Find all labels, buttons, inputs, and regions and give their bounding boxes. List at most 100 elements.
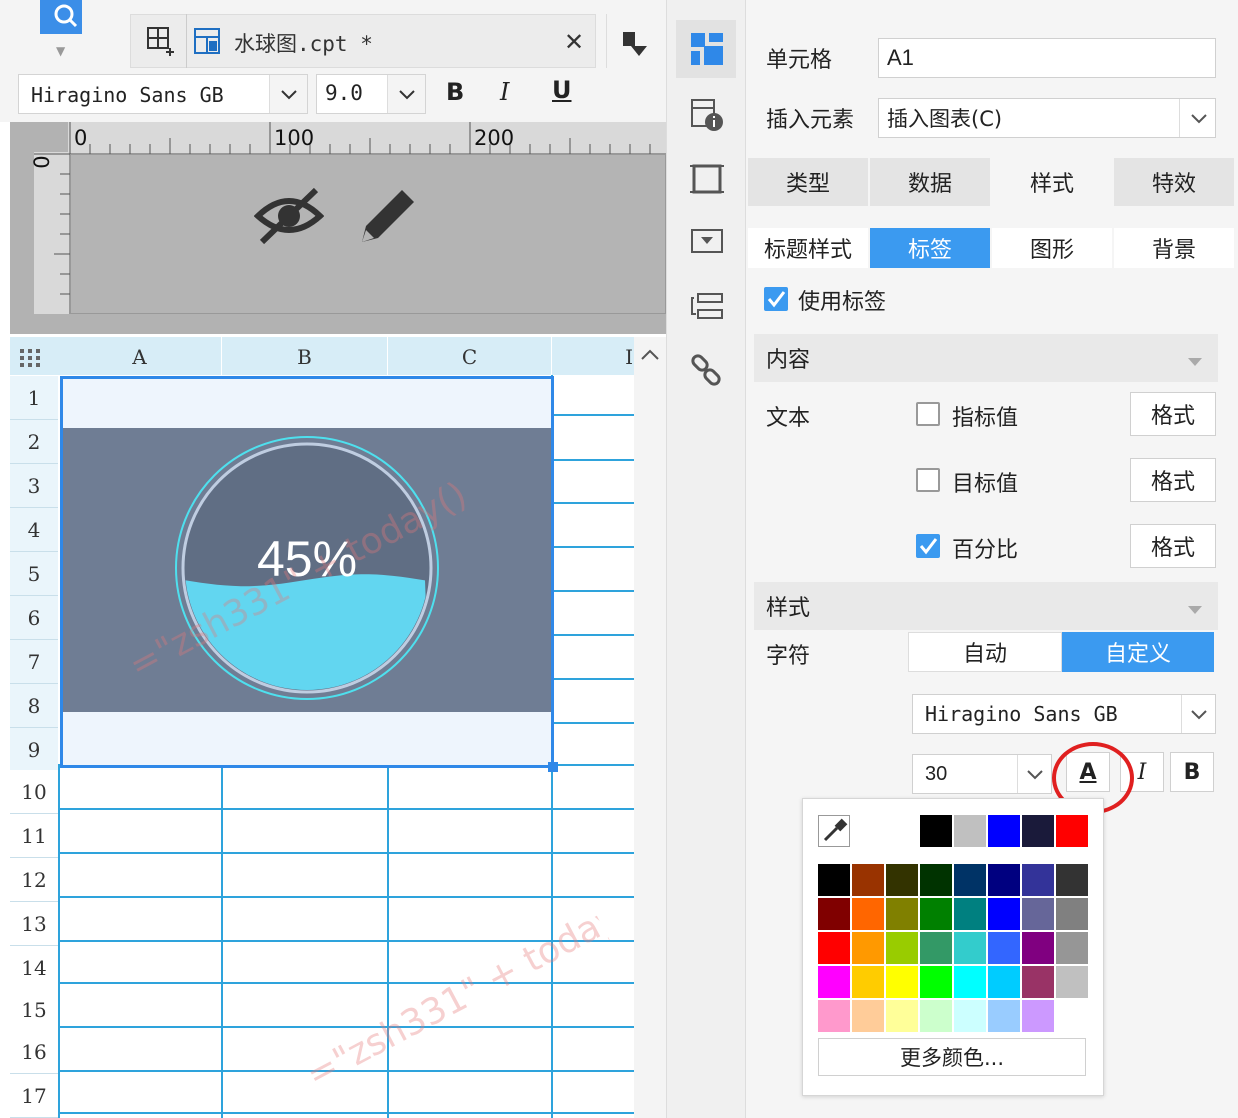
italic-button[interactable]: I [500, 78, 509, 106]
color-swatch[interactable] [1056, 932, 1088, 964]
color-swatch[interactable] [988, 898, 1020, 930]
color-swatch[interactable] [1022, 966, 1054, 998]
collapse-icon[interactable] [1186, 350, 1204, 375]
color-swatch[interactable] [818, 966, 850, 998]
condition-icon[interactable] [688, 288, 726, 326]
close-tab-icon[interactable]: ✕ [564, 28, 584, 56]
bold-button[interactable]: B [446, 78, 464, 106]
preview-icon[interactable] [40, 0, 82, 34]
recent-color-swatch[interactable] [954, 815, 986, 847]
tab-style[interactable]: 样式 [992, 158, 1112, 206]
row-header-16[interactable]: 16 [10, 1030, 58, 1074]
color-swatch[interactable] [886, 864, 918, 896]
color-swatch[interactable] [920, 1000, 952, 1032]
scroll-up-icon[interactable] [634, 337, 666, 375]
color-swatch[interactable] [886, 898, 918, 930]
recent-color-swatch[interactable] [920, 815, 952, 847]
color-swatch[interactable] [920, 932, 952, 964]
row-header-1[interactable]: 1 [10, 376, 58, 420]
vertical-scrollbar[interactable] [634, 375, 666, 1118]
color-swatch[interactable] [852, 966, 884, 998]
row-header-15[interactable]: 15 [10, 988, 58, 1032]
indicator-checkbox[interactable] [916, 402, 940, 426]
color-swatch[interactable] [818, 1000, 850, 1032]
color-swatch[interactable] [920, 898, 952, 930]
column-header-d[interactable]: I [552, 337, 636, 375]
color-swatch[interactable] [1022, 932, 1054, 964]
color-swatch[interactable] [988, 864, 1020, 896]
eyedropper-icon[interactable] [818, 815, 850, 847]
row-header-14[interactable]: 14 [10, 946, 58, 990]
row-header-4[interactable]: 4 [10, 508, 58, 552]
border-icon[interactable] [688, 160, 726, 198]
percent-checkbox[interactable] [916, 534, 940, 558]
color-swatch[interactable] [1056, 1000, 1088, 1032]
color-swatch[interactable] [852, 864, 884, 896]
grid-add-icon[interactable] [146, 26, 176, 56]
color-swatch[interactable] [988, 1000, 1020, 1032]
pencil-icon[interactable] [356, 182, 422, 248]
row-header-11[interactable]: 11 [10, 814, 58, 858]
cell-name-field[interactable]: A1 [878, 38, 1216, 78]
chevron-down-icon[interactable] [1179, 99, 1217, 137]
tab-menu-button[interactable] [606, 14, 666, 68]
underline-button[interactable]: U [552, 76, 572, 104]
resize-handle[interactable] [548, 762, 558, 772]
row-header-8[interactable]: 8 [10, 684, 58, 728]
select-all-corner[interactable] [10, 337, 58, 375]
color-swatch[interactable] [852, 898, 884, 930]
color-swatch[interactable] [1056, 966, 1088, 998]
tab-data[interactable]: 数据 [870, 158, 990, 206]
subtab-title-style[interactable]: 标题样式 [748, 228, 868, 268]
label-bold-button[interactable]: B [1170, 752, 1214, 792]
dropdown-small-icon[interactable]: ▼ [56, 44, 65, 58]
label-font-select[interactable]: Hiragino Sans GB [912, 694, 1216, 734]
chevron-down-icon[interactable] [269, 75, 307, 113]
row-header-3[interactable]: 3 [10, 464, 58, 508]
recent-color-swatch[interactable] [1056, 815, 1088, 847]
color-swatch[interactable] [954, 932, 986, 964]
subtab-graphic[interactable]: 图形 [992, 228, 1112, 268]
color-swatch[interactable] [988, 966, 1020, 998]
row-header-6[interactable]: 6 [10, 596, 58, 640]
color-swatch[interactable] [1022, 898, 1054, 930]
color-swatch[interactable] [954, 966, 986, 998]
color-swatch[interactable] [1056, 898, 1088, 930]
chevron-down-icon[interactable] [1017, 755, 1051, 793]
color-swatch[interactable] [818, 932, 850, 964]
color-swatch[interactable] [1056, 864, 1088, 896]
color-swatch[interactable] [818, 898, 850, 930]
row-header-2[interactable]: 2 [10, 420, 58, 464]
collapse-icon[interactable] [1186, 598, 1204, 623]
color-swatch[interactable] [954, 898, 986, 930]
color-swatch[interactable] [954, 1000, 986, 1032]
column-header-a[interactable]: A [58, 337, 222, 375]
link-icon[interactable] [688, 352, 726, 390]
color-swatch[interactable] [1022, 864, 1054, 896]
chevron-down-icon[interactable] [387, 75, 425, 113]
row-header-9[interactable]: 9 [10, 728, 58, 772]
row-header-7[interactable]: 7 [10, 640, 58, 684]
tab-effects[interactable]: 特效 [1114, 158, 1234, 206]
row-header-13[interactable]: 13 [10, 902, 58, 946]
recent-color-swatch[interactable] [1022, 815, 1054, 847]
more-colors-button[interactable]: 更多颜色... [818, 1038, 1086, 1076]
chevron-down-icon[interactable] [1181, 695, 1215, 733]
seg-auto[interactable]: 自动 [908, 632, 1062, 672]
content-section-header[interactable]: 内容 [754, 334, 1218, 382]
widget-icon[interactable] [688, 222, 726, 260]
row-header-10[interactable]: 10 [10, 770, 58, 814]
label-size-select[interactable]: 30 [912, 754, 1052, 794]
subtab-background[interactable]: 背景 [1114, 228, 1234, 268]
use-label-checkbox[interactable] [764, 287, 788, 311]
column-header-c[interactable]: C [388, 337, 552, 375]
column-header-b[interactable]: B [222, 337, 388, 375]
color-swatch[interactable] [1022, 1000, 1054, 1032]
color-swatch[interactable] [886, 966, 918, 998]
color-swatch[interactable] [818, 864, 850, 896]
target-format-button[interactable]: 格式 [1130, 458, 1216, 502]
row-header-12[interactable]: 12 [10, 858, 58, 902]
tab-type[interactable]: 类型 [748, 158, 868, 206]
color-swatch[interactable] [954, 864, 986, 896]
cell-attributes-icon[interactable] [688, 30, 726, 68]
